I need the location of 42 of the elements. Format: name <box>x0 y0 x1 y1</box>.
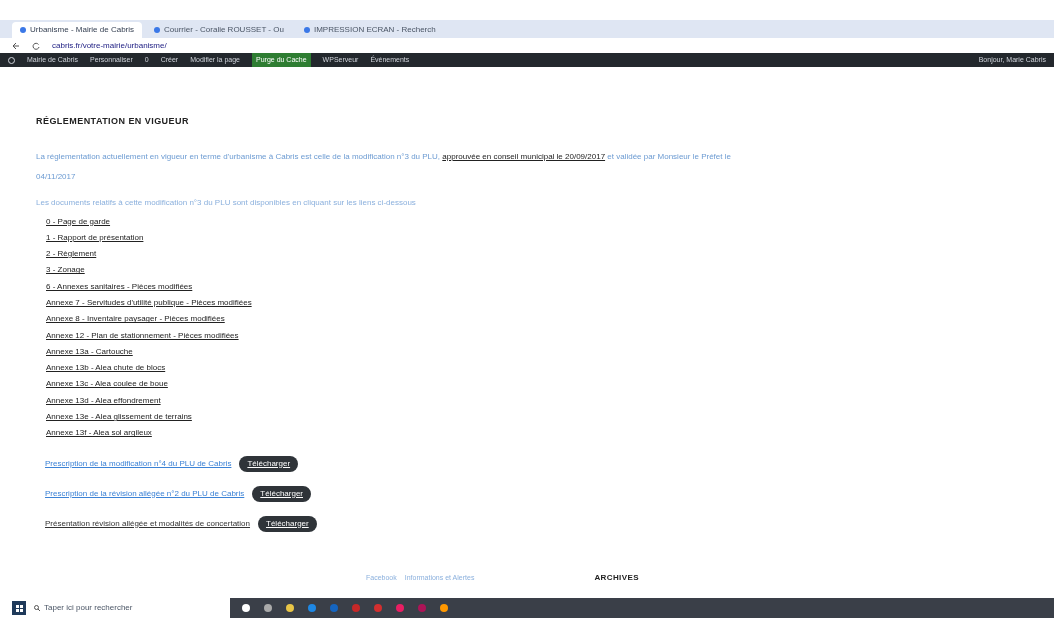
document-link[interactable]: Annexe 12 - Plan de stationnement - Pièces modifiées <box>46 330 239 340</box>
favicon-icon <box>303 27 310 33</box>
download-link[interactable]: Prescription de la révision allégée n°2 du PLU de Cabris <box>45 487 245 500</box>
taskbar-app-icon[interactable] <box>286 604 294 612</box>
browser-tab[interactable]: Urbanisme - Mairie de Cabris <box>12 22 143 38</box>
section-heading: RÉGLEMENTATION EN VIGUEUR <box>36 115 190 128</box>
search-icon <box>34 605 40 611</box>
document-link[interactable]: Annexe 13e - Alea glissement de terrains <box>46 412 192 422</box>
document-link[interactable]: 1 - Rapport de présentation <box>46 232 144 242</box>
browser-tab[interactable]: Courrier - Coralie ROUSSET - Ou <box>146 22 292 38</box>
download-button[interactable]: Télécharger <box>252 485 311 502</box>
document-link[interactable]: Annexe 13c - Alea coulee de boue <box>46 379 168 389</box>
document-link[interactable]: 6 - Annexes sanitaires - Pièces modifiées <box>46 281 193 291</box>
browser-tab[interactable]: IMPRESSION ECRAN - Recherch <box>295 22 444 38</box>
taskbar-search-field[interactable]: Taper ici pour rechercher <box>34 602 133 614</box>
reload-icon[interactable] <box>32 41 40 50</box>
taskbar-app-icon[interactable] <box>242 604 250 612</box>
address-field[interactable]: cabris.fr/votre-mairie/urbanisme/ <box>52 39 167 52</box>
document-link[interactable]: 3 - Zonage <box>46 265 85 275</box>
download-button[interactable]: Télécharger <box>258 515 317 532</box>
start-button[interactable] <box>12 601 26 615</box>
footer-heading: ARCHIVES <box>594 571 639 584</box>
download-button[interactable]: Télécharger <box>239 455 299 472</box>
taskbar-app-icon[interactable] <box>440 604 448 612</box>
document-link[interactable]: Annexe 13f - Alea sol argileux <box>46 428 152 438</box>
download-link[interactable]: Prescription de la modification n°4 du PLU de Cabris <box>45 457 232 470</box>
windows-icon <box>15 604 23 612</box>
favicon-icon <box>20 27 26 33</box>
document-link[interactable]: 2 - Règlement <box>46 249 97 259</box>
intro-link[interactable]: approuvée en conseil municipal le 20/09/2017 <box>442 151 606 161</box>
taskbar-app-icon[interactable] <box>264 604 272 612</box>
back-icon[interactable] <box>12 41 20 50</box>
document-link[interactable]: Annexe 7 - Servitudes d'utilité publique - Pièces modifiées <box>46 298 252 307</box>
document-link[interactable]: Annexe 8 - Inventaire paysager - Pièces modifiées <box>46 314 225 324</box>
intro-paragraph: La réglementation actuellement en vigueur en terme d'urbanisme à Cabris est celle de la modification n°3 du PLU, approuvée en conseil municipal le 20/09/2017 et validée par Monsieur le Préfet le 04/11/2017 <box>36 150 732 183</box>
document-link[interactable]: 0 - Page de garde <box>46 216 111 226</box>
documents-intro: Les documents relatifs à cette modification n°3 du PLU sont disponibles en cliquant sur les liens ci-dessous <box>36 196 417 209</box>
download-link[interactable]: Présentation révision allégée et modalités de concertation <box>45 517 250 530</box>
favicon-icon <box>154 27 161 33</box>
document-link[interactable]: Annexe 13d - Alea effondrement <box>46 395 161 405</box>
document-link[interactable]: Annexe 13a - Cartouche <box>46 346 133 356</box>
document-link[interactable]: Annexe 13b - Alea chute de blocs <box>46 363 166 373</box>
